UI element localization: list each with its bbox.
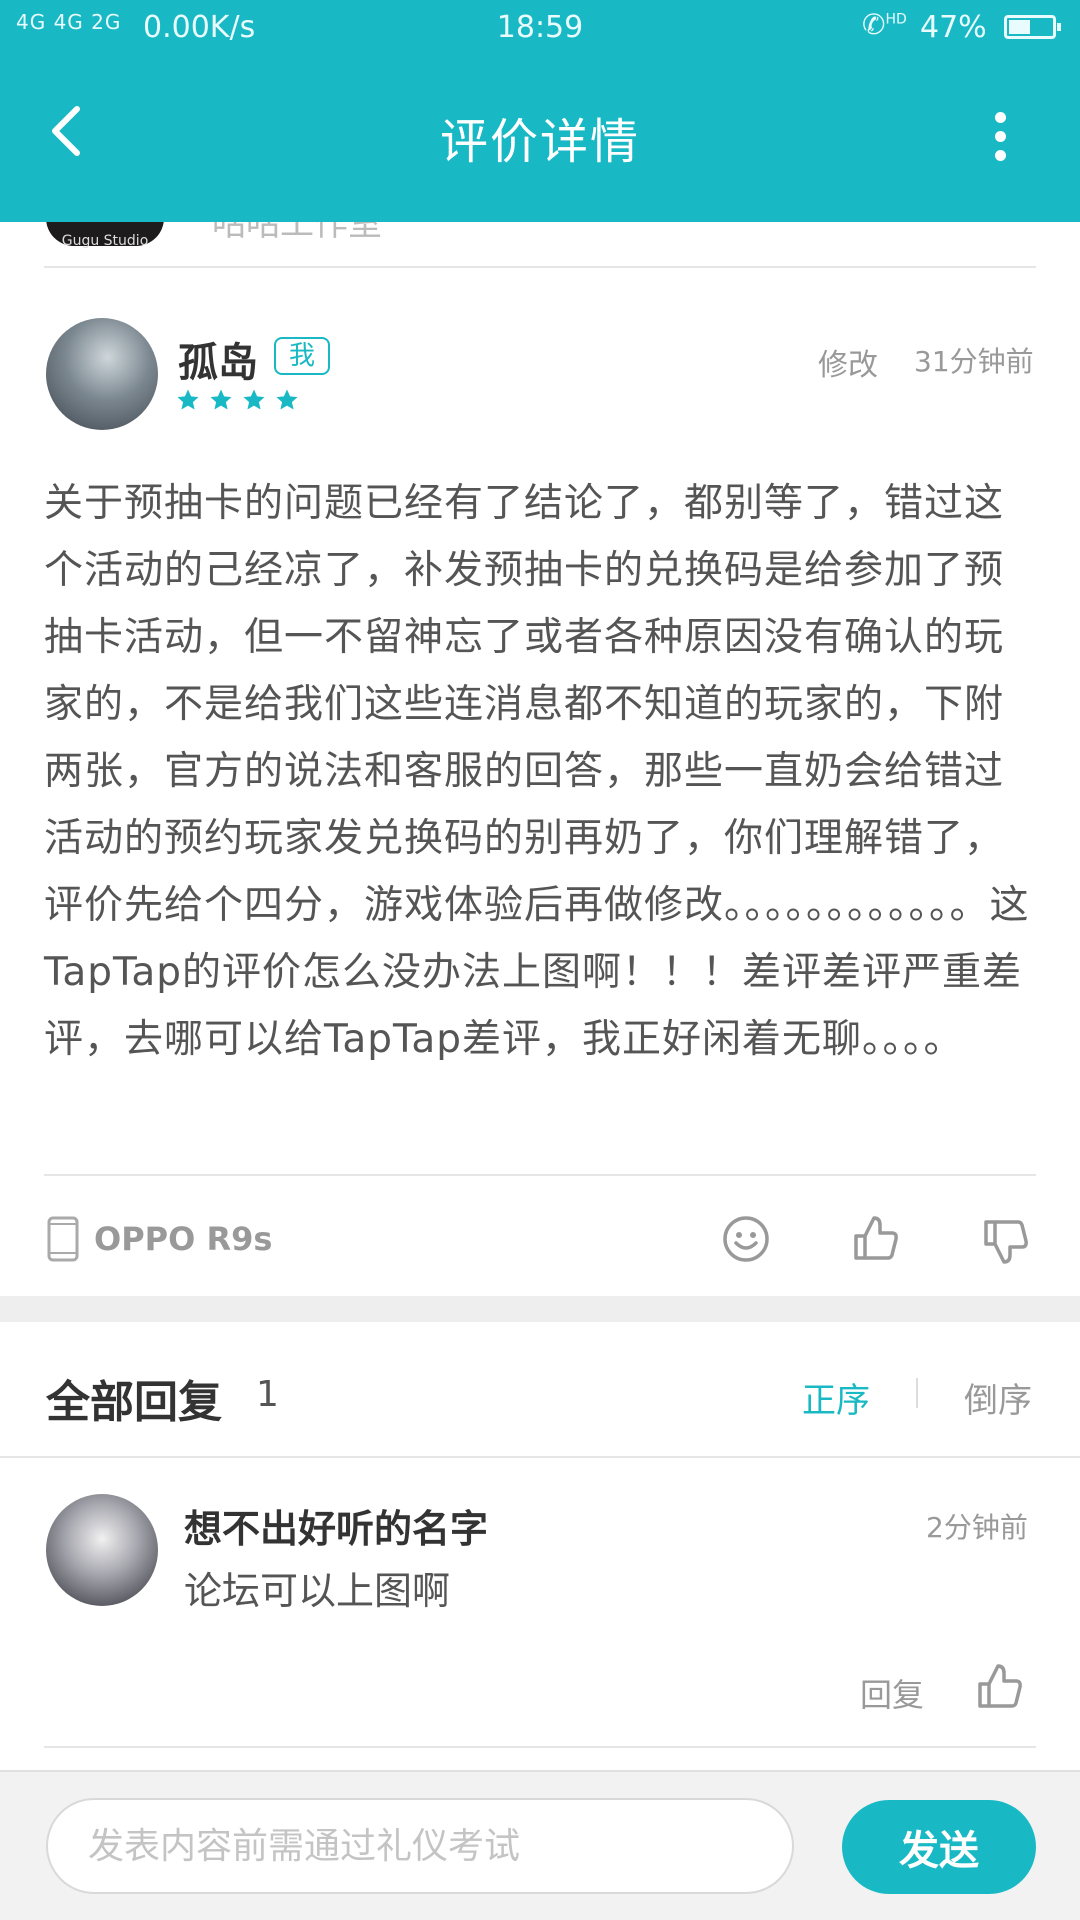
hd-call-icon: ✆HD [862,8,907,41]
studio-logo: Gugu Studio [46,222,164,249]
section-gap [0,1296,1080,1322]
thumbs-down-icon[interactable] [978,1214,1034,1270]
reply-timestamp: 2分钟前 [926,1511,1028,1544]
star-icon [177,389,199,410]
divider [44,266,1036,268]
clock: 18:59 [496,10,584,45]
review-body: 关于预抽卡的问题已经有了结论了，都别等了，错过这个活动的己经凉了，补发预抽卡的兑… [44,481,1030,1062]
star-icon [276,389,298,410]
review-timestamp: 31分钟前 [914,345,1034,378]
status-bar: 4G 4G 2G 0.00K/s 18:59 ✆HD 47% [0,0,1080,56]
battery-icon [1004,15,1061,39]
more-vertical-icon[interactable] [970,96,1030,176]
phone-icon [47,1216,79,1262]
author-avatar[interactable] [46,318,158,430]
compose-bar: 发送 [0,1770,1080,1920]
emoji-reaction-icon[interactable] [718,1211,774,1267]
send-button[interactable]: 发送 [842,1800,1036,1894]
battery-percent: 47% [920,10,987,45]
hd-call-label: HD [885,11,907,28]
divider [44,1174,1036,1176]
device-info: OPPO R9s [46,1214,272,1264]
reply-button[interactable]: 回复 [860,1670,924,1716]
reply-thumbs-up-icon[interactable] [972,1658,1028,1714]
page-title: 评价详情 [439,114,640,170]
rating-stars [176,388,299,418]
developer-row: Gugu Studio 咕咕工作室 [0,222,1080,266]
thumbs-up-icon[interactable] [848,1210,904,1266]
edit-link[interactable]: 修改 [818,340,878,384]
star-icon [243,389,265,410]
divider [0,1456,1080,1458]
star-icon [210,389,232,410]
divider [44,1746,1036,1748]
sort-descending-tab[interactable]: 倒序 [964,1373,1032,1422]
replies-count: 1 [256,1374,279,1415]
device-label: OPPO R9s [94,1220,273,1258]
comment-input[interactable] [46,1798,794,1894]
reply-text: 论坛可以上图啊 [184,1569,451,1613]
me-badge: 我 [274,337,330,375]
reply-avatar[interactable] [46,1494,158,1606]
studio-logo-text: Gugu Studio [61,233,149,249]
studio-name: 咕咕工作室 [212,222,382,244]
sort-separator [916,1378,918,1408]
reply-author-name[interactable]: 想不出好听的名字 [184,1498,488,1553]
app-bar: 评价详情 [0,56,1080,222]
battery-fill [1009,20,1030,34]
replies-title: 全部回复 [46,1377,222,1428]
sort-ascending-tab[interactable]: 正序 [802,1373,870,1422]
author-name[interactable]: 孤岛 [178,330,258,388]
